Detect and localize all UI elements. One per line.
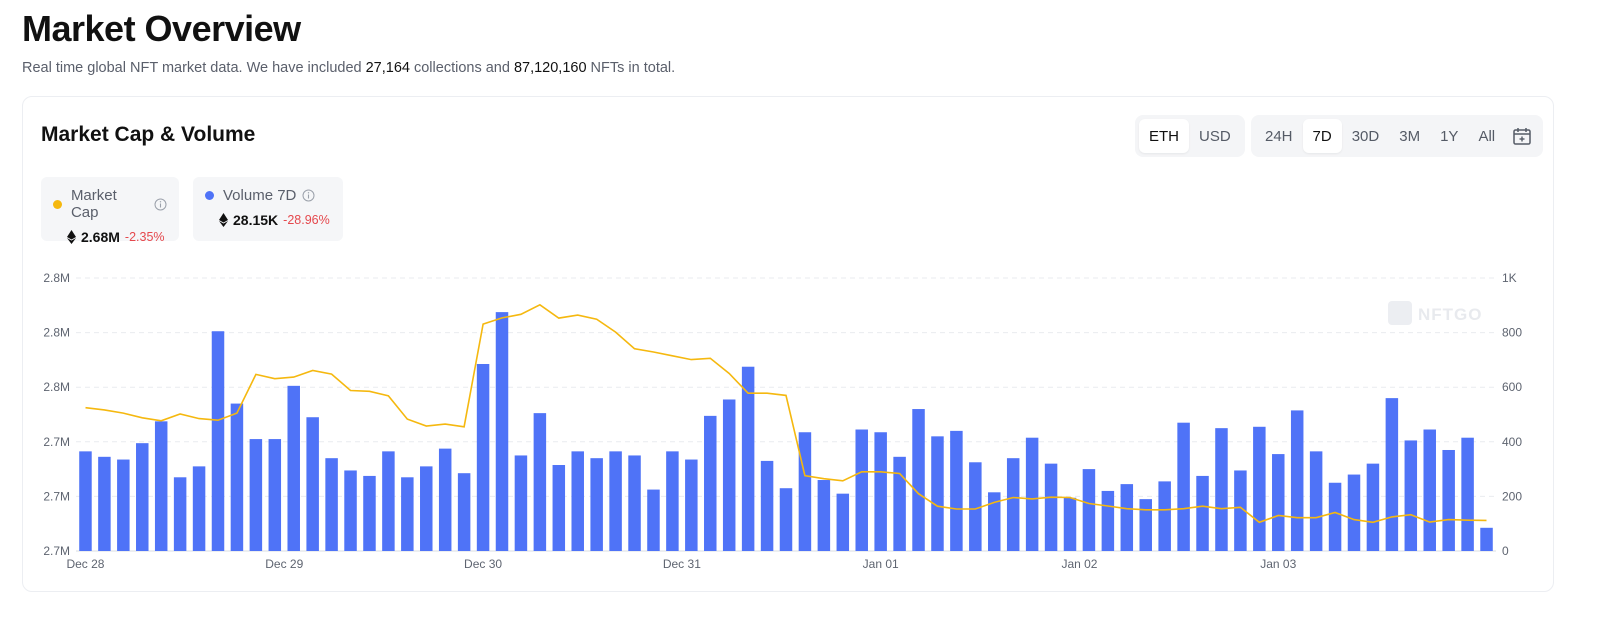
volume-bar xyxy=(495,312,509,551)
volume-bar xyxy=(533,413,547,551)
volume-bar xyxy=(117,459,130,551)
x-tick-label: Jan 02 xyxy=(1061,557,1097,571)
volume-bar xyxy=(571,451,584,551)
x-tick-label: Dec 29 xyxy=(265,557,303,571)
volume-bar xyxy=(287,385,300,551)
volume-bar xyxy=(1290,410,1304,551)
volume-bar xyxy=(722,399,736,551)
y-right-tick-label: 800 xyxy=(1502,326,1522,340)
volume-bar xyxy=(401,477,414,551)
volume-bar xyxy=(1328,482,1342,551)
volume-bar xyxy=(1461,437,1474,551)
volume-bar xyxy=(420,466,433,551)
volume-bar xyxy=(230,403,244,551)
volume-bar xyxy=(1006,458,1020,551)
volume-bar xyxy=(855,429,868,551)
volume-bar xyxy=(704,415,717,551)
volume-bar xyxy=(912,409,925,551)
volume-bar xyxy=(1423,429,1436,551)
volume-bar xyxy=(1366,463,1380,551)
volume-bar xyxy=(1025,437,1039,551)
x-tick-label: Jan 01 xyxy=(863,557,899,571)
volume-bar xyxy=(1404,440,1418,551)
volume-bar xyxy=(685,459,698,551)
volume-bar xyxy=(666,451,679,551)
volume-bar xyxy=(836,493,850,551)
volume-bar xyxy=(552,465,566,551)
y-right-tick-label: 600 xyxy=(1502,380,1522,394)
volume-bar xyxy=(344,470,357,551)
volume-bar xyxy=(1347,474,1361,551)
volume-bar xyxy=(628,455,641,551)
chart-watermark: NFTGO xyxy=(1418,305,1483,324)
volume-bar xyxy=(1272,454,1285,551)
y-left-tick-label: 2.7M xyxy=(43,489,70,503)
y-left-tick-label: 2.8M xyxy=(43,271,70,285)
volume-bar xyxy=(211,331,225,551)
volume-bar xyxy=(1082,469,1096,551)
volume-bar xyxy=(779,488,793,551)
y-left-tick-label: 2.8M xyxy=(43,380,70,394)
y-right-tick-label: 200 xyxy=(1502,489,1522,503)
volume-bar xyxy=(950,430,963,551)
volume-bar xyxy=(931,436,944,551)
y-left-tick-label: 2.7M xyxy=(43,544,70,558)
x-tick-label: Dec 28 xyxy=(66,557,104,571)
volume-bar xyxy=(306,417,319,551)
volume-bar xyxy=(325,458,338,551)
volume-bar xyxy=(874,432,887,551)
volume-bar xyxy=(1177,422,1190,551)
x-tick-label: Jan 03 xyxy=(1260,557,1296,571)
volume-bar xyxy=(760,460,774,551)
volume-bar xyxy=(590,458,603,551)
volume-bar xyxy=(1063,497,1077,551)
market-chart[interactable]: 2.7M 0 2.7M 200 2.7M 400 2.8M 600 2.8M 800 2.8M 1K N… xyxy=(0,0,1600,620)
y-right-tick-label: 0 xyxy=(1502,544,1509,558)
volume-bar xyxy=(1101,490,1115,551)
volume-bar xyxy=(173,477,187,551)
volume-bar xyxy=(1139,499,1152,551)
volume-bar xyxy=(1309,451,1323,551)
volume-bar xyxy=(79,451,92,551)
y-right-tick-label: 1K xyxy=(1502,271,1517,285)
volume-bar xyxy=(249,439,263,551)
volume-bar xyxy=(438,448,452,551)
volume-bar xyxy=(363,475,376,551)
volume-bar xyxy=(741,366,755,551)
volume-bar xyxy=(893,456,906,551)
volume-bar xyxy=(192,466,206,551)
volume-bar xyxy=(1480,527,1493,551)
volume-bar xyxy=(136,443,149,551)
volume-bar xyxy=(514,455,528,551)
volume-bar xyxy=(154,421,168,551)
x-tick-label: Dec 31 xyxy=(663,557,701,571)
volume-bar xyxy=(476,363,490,551)
volume-bar xyxy=(1196,475,1209,551)
volume-bar xyxy=(1215,428,1228,551)
volume-bar xyxy=(647,489,660,551)
y-left-tick-label: 2.7M xyxy=(43,435,70,449)
volume-bar xyxy=(268,439,282,551)
volume-bar xyxy=(382,451,395,551)
volume-bar xyxy=(1253,426,1266,551)
x-tick-label: Dec 30 xyxy=(464,557,502,571)
volume-bar xyxy=(609,451,622,551)
y-right-tick-label: 400 xyxy=(1502,435,1522,449)
volume-bar xyxy=(1120,484,1134,551)
volume-bar xyxy=(1158,481,1171,551)
volume-bar xyxy=(817,480,831,551)
volume-bar xyxy=(98,456,111,551)
volume-bar xyxy=(457,473,471,551)
volume-bar xyxy=(1044,463,1058,551)
volume-bar xyxy=(1442,449,1455,551)
volume-bar xyxy=(798,432,812,551)
nftgo-logo-icon xyxy=(1388,301,1412,325)
y-left-tick-label: 2.8M xyxy=(43,326,70,340)
volume-bar xyxy=(1385,398,1399,551)
